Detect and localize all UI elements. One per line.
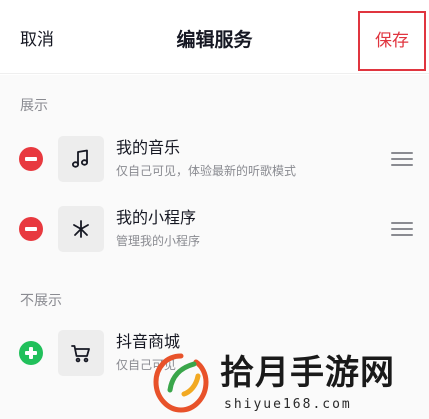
minus-icon bbox=[25, 227, 37, 231]
save-button-label: 保存 bbox=[375, 31, 409, 51]
section-label-hidden: 不展示 bbox=[20, 293, 62, 309]
watermark-logo-icon bbox=[153, 353, 209, 413]
section-label-shown: 展示 bbox=[20, 98, 48, 114]
remove-button[interactable] bbox=[19, 217, 43, 241]
item-title: 抖音商城 bbox=[116, 332, 181, 351]
watermark-title: 拾月手游网 bbox=[220, 353, 395, 393]
remove-button[interactable] bbox=[19, 147, 43, 171]
item-description: 仅自己可见，体验最新的听歌模式 bbox=[116, 164, 297, 178]
item-description: 管理我的小程序 bbox=[116, 234, 201, 248]
item-title: 我的小程序 bbox=[116, 208, 197, 227]
watermark-url: shiyue168.com bbox=[224, 397, 352, 412]
top-bar: 取消 编辑服务 保存 bbox=[0, 0, 429, 74]
minus-icon bbox=[25, 157, 37, 161]
list-item: 我的小程序 管理我的小程序 bbox=[0, 194, 429, 264]
add-button[interactable] bbox=[19, 341, 43, 365]
mini-program-icon bbox=[58, 206, 104, 252]
item-title: 我的音乐 bbox=[116, 138, 181, 157]
music-note-icon bbox=[58, 136, 104, 182]
watermark: 拾月手游网 shiyue168.com bbox=[148, 350, 429, 419]
shopping-cart-icon bbox=[58, 330, 104, 376]
drag-handle-icon[interactable] bbox=[391, 222, 413, 236]
save-button[interactable]: 保存 bbox=[358, 11, 426, 71]
drag-handle-icon[interactable] bbox=[391, 152, 413, 166]
list-item: 我的音乐 仅自己可见，体验最新的听歌模式 bbox=[0, 124, 429, 194]
